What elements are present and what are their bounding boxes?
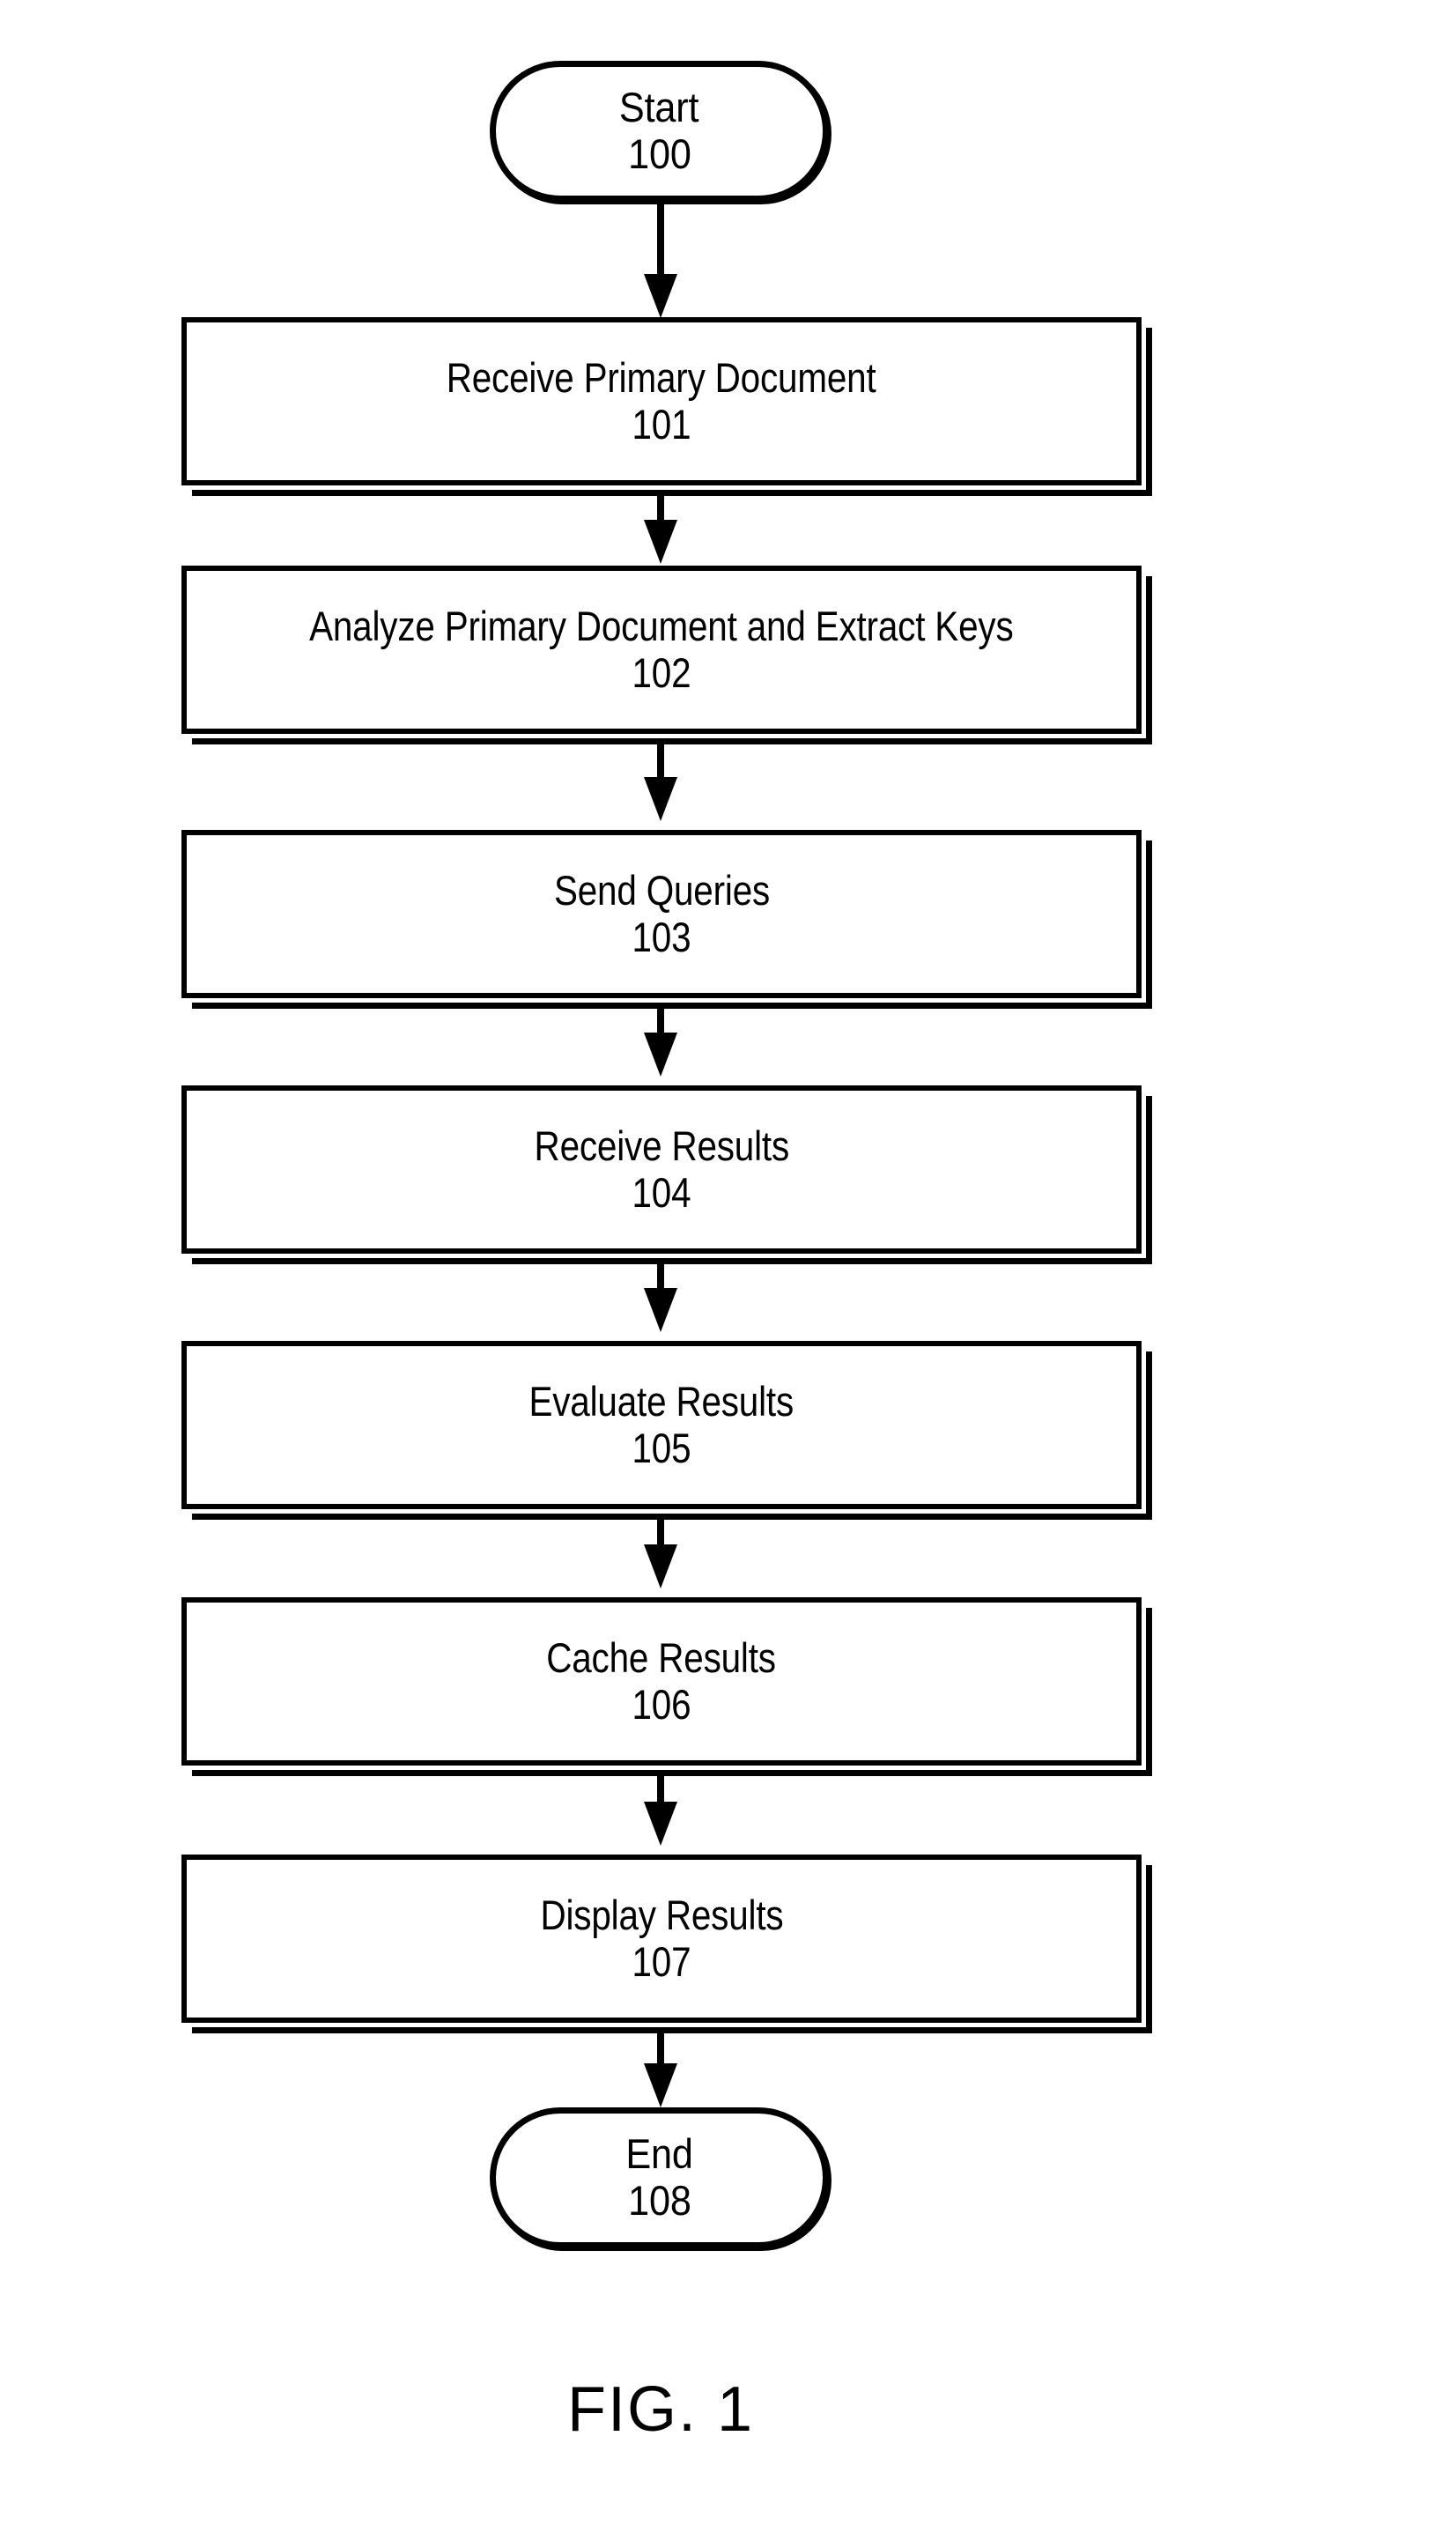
arrowhead-down-icon — [644, 777, 677, 821]
node-reference-number: 101 — [632, 400, 691, 448]
node-reference-number: 106 — [632, 1680, 691, 1728]
arrowhead-down-icon — [644, 1033, 677, 1077]
flowchart-node-n107: Display Results 107 — [181, 1855, 1152, 2033]
arrowhead-down-icon — [644, 1802, 677, 1846]
connector-line — [657, 1004, 664, 1033]
node-label: Analyze Primary Document and Extract Key… — [309, 602, 1014, 649]
flowchart-node-n103: Send Queries 103 — [181, 830, 1152, 1009]
arrowhead-down-icon — [644, 520, 677, 564]
connector-line — [657, 740, 664, 777]
node-reference-number: 100 — [627, 130, 691, 177]
flowchart-node-n102: Analyze Primary Document and Extract Key… — [181, 566, 1152, 744]
flowchart-node-n101: Receive Primary Document 101 — [181, 317, 1152, 496]
arrowhead-down-icon — [644, 2063, 677, 2107]
node-reference-number: 102 — [632, 648, 691, 696]
node-reference-number: 107 — [632, 1937, 691, 1985]
node-reference-number: 108 — [627, 2177, 691, 2224]
connector-line — [657, 492, 664, 520]
node-label: Evaluate Results — [528, 1377, 795, 1425]
flowchart-node-start: Start 100 — [490, 61, 829, 202]
node-label: End — [625, 2130, 693, 2178]
node-label: Send Queries — [553, 866, 770, 914]
flowchart-node-n104: Receive Results 104 — [181, 1085, 1152, 1264]
connector-line — [657, 2030, 664, 2063]
arrowhead-down-icon — [644, 1544, 677, 1588]
flowchart-figure: Start 100 Receive Primary Document 101 Analy… — [0, 0, 1456, 2547]
arrowhead-down-icon — [644, 274, 677, 318]
node-reference-number: 104 — [632, 1168, 691, 1216]
node-reference-number: 103 — [632, 913, 691, 960]
figure-caption: FIG. 1 — [566, 2374, 755, 2445]
connector-line — [657, 202, 664, 274]
arrowhead-down-icon — [644, 1288, 677, 1332]
node-label: Cache Results — [546, 1633, 777, 1681]
node-label: Receive Primary Document — [447, 353, 876, 401]
connector-line — [657, 1260, 664, 1288]
node-reference-number: 105 — [632, 1424, 691, 1471]
node-label: Receive Results — [534, 1122, 789, 1169]
flowchart-node-end: End 108 — [490, 2107, 829, 2248]
node-label: Start — [619, 84, 699, 131]
connector-line — [657, 1773, 664, 1802]
node-label: Display Results — [540, 1891, 783, 1938]
flowchart-node-n105: Evaluate Results 105 — [181, 1341, 1152, 1520]
flowchart-node-n106: Cache Results 106 — [181, 1597, 1152, 1776]
connector-line — [657, 1515, 664, 1544]
